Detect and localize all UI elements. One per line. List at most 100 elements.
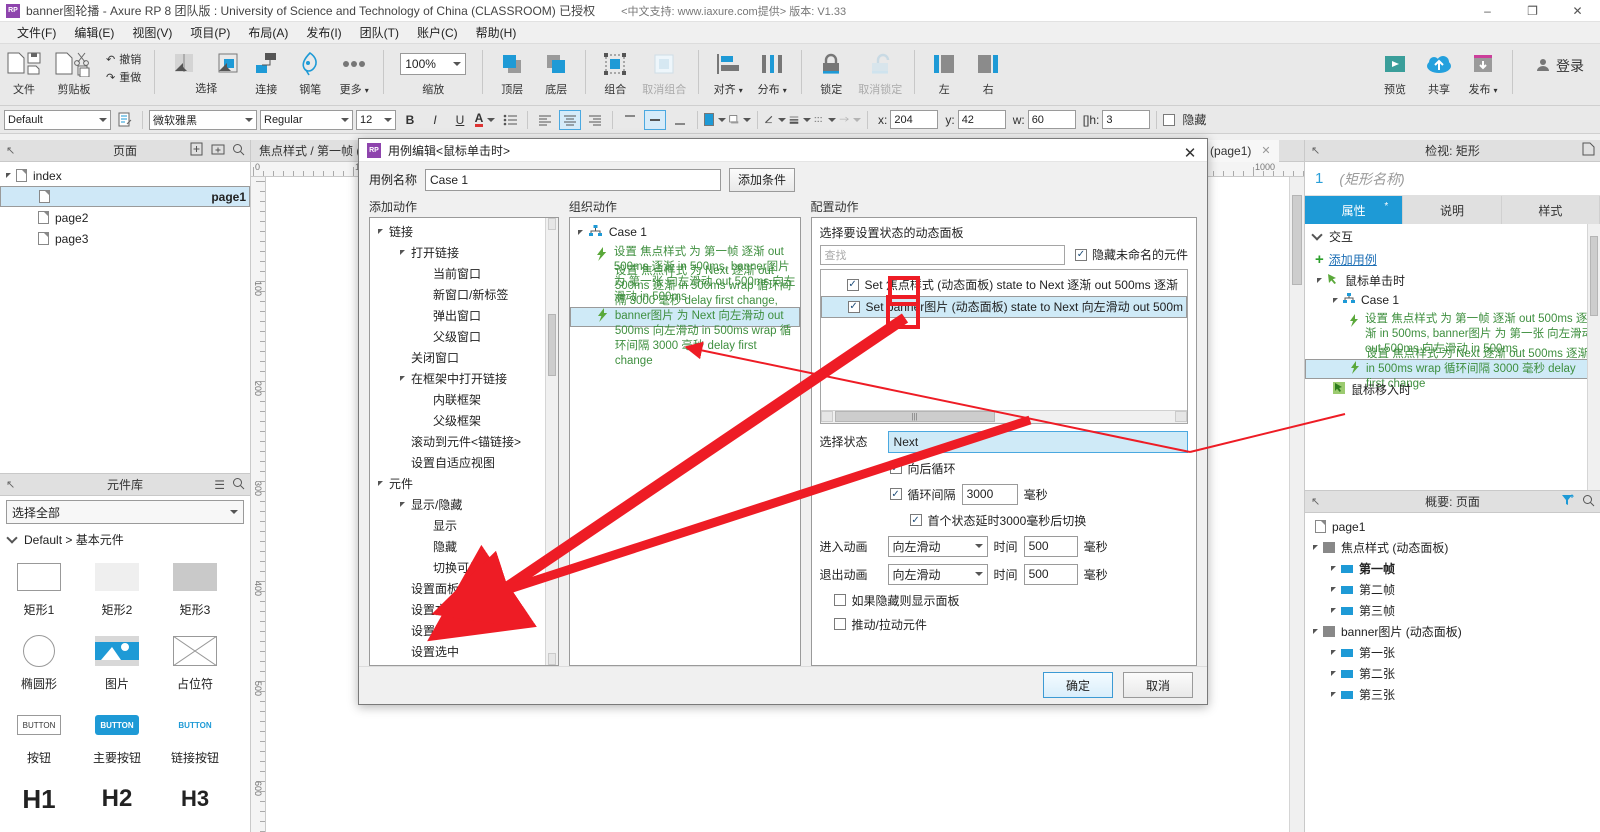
expander-icon[interactable] <box>1331 692 1336 697</box>
chevron-down-icon[interactable] <box>828 117 836 122</box>
action-tree-node[interactable]: 设置文本 <box>370 599 558 620</box>
expander-icon[interactable] <box>378 228 383 234</box>
expander-icon[interactable] <box>6 173 11 178</box>
org-case-row[interactable]: Case 1 <box>570 222 800 243</box>
chevron-down-icon[interactable] <box>974 572 983 577</box>
font-family-select[interactable]: 微软雅黑 <box>149 109 257 130</box>
style-preset-select[interactable]: Default <box>4 109 111 130</box>
expander-icon[interactable] <box>1317 277 1322 283</box>
send-back-button[interactable]: 底层 <box>534 48 578 97</box>
show-if-hidden-checkbox[interactable] <box>833 594 846 607</box>
expander-icon[interactable] <box>577 229 583 235</box>
library-item-h3[interactable]: H3 <box>156 778 234 820</box>
add-page-icon[interactable] <box>190 142 204 159</box>
add-condition-button[interactable]: 添加条件 <box>729 167 796 192</box>
action-tree-node[interactable]: 切换可见性 <box>370 557 558 578</box>
y-input[interactable]: 42 <box>957 110 1006 129</box>
library-item-ellipse[interactable]: 椭圆形 <box>0 630 78 692</box>
page-tree-item-page1[interactable]: page1 <box>0 186 250 207</box>
menu-item-file[interactable]: 文件(F) <box>8 22 65 43</box>
font-weight-select[interactable]: Regular <box>260 109 353 130</box>
library-item-h2[interactable]: H2 <box>78 778 156 820</box>
widget-name-input[interactable]: (矩形名称) <box>1339 169 1404 189</box>
menu-item-account[interactable]: 账户(C) <box>408 22 467 43</box>
case-row[interactable]: Case 1 <box>1305 290 1600 310</box>
action-tree-node[interactable]: 隐藏 <box>370 536 558 557</box>
align-left-text-button[interactable] <box>534 110 556 130</box>
chevron-down-icon[interactable] <box>803 117 811 122</box>
menu-item-publish[interactable]: 发布(I) <box>297 22 350 43</box>
library-select[interactable]: 选择全部 <box>6 500 244 524</box>
cancel-button[interactable]: 取消 <box>1123 672 1193 699</box>
action-tree-node[interactable]: 打开链接 <box>370 242 558 263</box>
align-left-button[interactable]: 左 <box>922 48 966 97</box>
chevron-down-icon[interactable] <box>487 117 496 122</box>
panel-list-hscrollbar[interactable]: ||| <box>820 409 1187 423</box>
valign-bottom-button[interactable] <box>669 110 691 130</box>
inspector-action-2[interactable]: 设置 焦点样式 为 Next 逐渐 out 500ms 逐渐 in 500ms … <box>1305 348 1600 390</box>
search-icon[interactable] <box>232 477 245 493</box>
bring-front-button[interactable]: 顶层 <box>490 48 534 97</box>
lock-button[interactable]: 锁定 <box>809 48 853 97</box>
page-tree-item-page3[interactable]: page3 <box>0 228 250 249</box>
action-tree-node[interactable]: 内联框架 <box>370 389 558 410</box>
search-icon[interactable] <box>232 143 245 159</box>
state-select[interactable]: Next <box>887 430 1188 453</box>
expander-icon[interactable] <box>1331 608 1336 613</box>
expander-icon[interactable] <box>400 375 405 381</box>
panel-search-input[interactable]: 查找 <box>819 244 1065 265</box>
expander-icon[interactable] <box>400 249 405 255</box>
w-input[interactable]: 60 <box>1027 110 1076 129</box>
toolbar-clipboard-group[interactable]: 剪贴板 <box>48 48 100 97</box>
hide-unnamed-checkbox[interactable] <box>1074 248 1087 261</box>
expander-icon[interactable] <box>1313 545 1318 550</box>
x-input[interactable]: 204 <box>890 110 939 129</box>
chevron-down-icon[interactable] <box>6 531 18 544</box>
unlock-button[interactable]: 取消锁定 <box>853 48 907 97</box>
row-checkbox[interactable] <box>847 300 860 313</box>
outline-row-state[interactable]: 第三张 <box>1305 684 1600 705</box>
menu-item-help[interactable]: 帮助(H) <box>467 22 526 43</box>
action-tree-node[interactable]: 父级窗口 <box>370 326 558 347</box>
font-color-button[interactable]: A <box>474 110 496 130</box>
enter-anim-select[interactable]: 向左滑动 <box>887 535 988 557</box>
chevron-down-icon[interactable] <box>718 117 726 122</box>
exit-anim-select[interactable]: 向左滑动 <box>887 563 988 585</box>
font-size-select[interactable]: 12 <box>356 109 396 130</box>
toolbar-file-group[interactable]: 文件 <box>0 48 48 97</box>
preview-button[interactable]: 预览 <box>1373 48 1417 97</box>
canvas-vertical-scrollbar[interactable] <box>1289 177 1304 832</box>
library-item-rect1[interactable]: 矩形1 <box>0 556 78 618</box>
share-button[interactable]: 共享 <box>1417 48 1461 97</box>
show-if-hidden-row[interactable]: 如果隐藏则显示面板 <box>833 592 1188 609</box>
action-tree-node[interactable]: 滚动到元件<锚链接> <box>370 431 558 452</box>
collapse-icon[interactable]: ↖ <box>6 144 15 157</box>
scrollbar-thumb[interactable]: ||| <box>834 411 995 423</box>
line-arrow-button[interactable] <box>839 110 861 130</box>
chevron-down-icon[interactable] <box>230 510 238 514</box>
tab-style[interactable]: 样式 <box>1501 196 1600 224</box>
outline-row-state[interactable]: 第一帧 <box>1305 558 1600 579</box>
panel-list-row-focus[interactable]: Set 焦点样式 (动态面板) state to Next 逐渐 out 500… <box>821 274 1187 296</box>
action-tree-node[interactable]: 新窗口/新标签 <box>370 284 558 305</box>
menu-item-view[interactable]: 视图(V) <box>123 22 181 43</box>
login-button[interactable]: 登录 <box>1520 56 1600 76</box>
action-tree-node[interactable]: 显示/隐藏 <box>370 494 558 515</box>
more-tools[interactable]: 更多 ▾ <box>332 48 376 97</box>
action-tree-node[interactable]: 设置面板状态 <box>370 578 558 599</box>
valign-top-button[interactable] <box>619 110 641 130</box>
chevron-down-icon[interactable] <box>453 62 462 66</box>
undo-button[interactable]: ↶ 撤销 <box>106 51 141 67</box>
connect-tool[interactable]: 连接 <box>244 48 288 97</box>
bold-button[interactable]: B <box>399 110 421 130</box>
action-tree-scrollbar[interactable] <box>544 217 558 665</box>
h-input[interactable]: 3 <box>1102 110 1151 129</box>
scrollbar-thumb[interactable] <box>547 313 556 376</box>
zoom-control[interactable]: 100% 缩放 <box>391 48 475 97</box>
chevron-down-icon[interactable] <box>743 117 751 122</box>
action-tree-node[interactable]: 链接 <box>370 221 558 242</box>
action-tree-node[interactable]: 在框架中打开链接 <box>370 368 558 389</box>
expander-icon[interactable] <box>1331 566 1336 571</box>
style-manager-icon[interactable] <box>114 110 136 130</box>
publish-button[interactable]: 发布 ▾ <box>1461 48 1505 97</box>
